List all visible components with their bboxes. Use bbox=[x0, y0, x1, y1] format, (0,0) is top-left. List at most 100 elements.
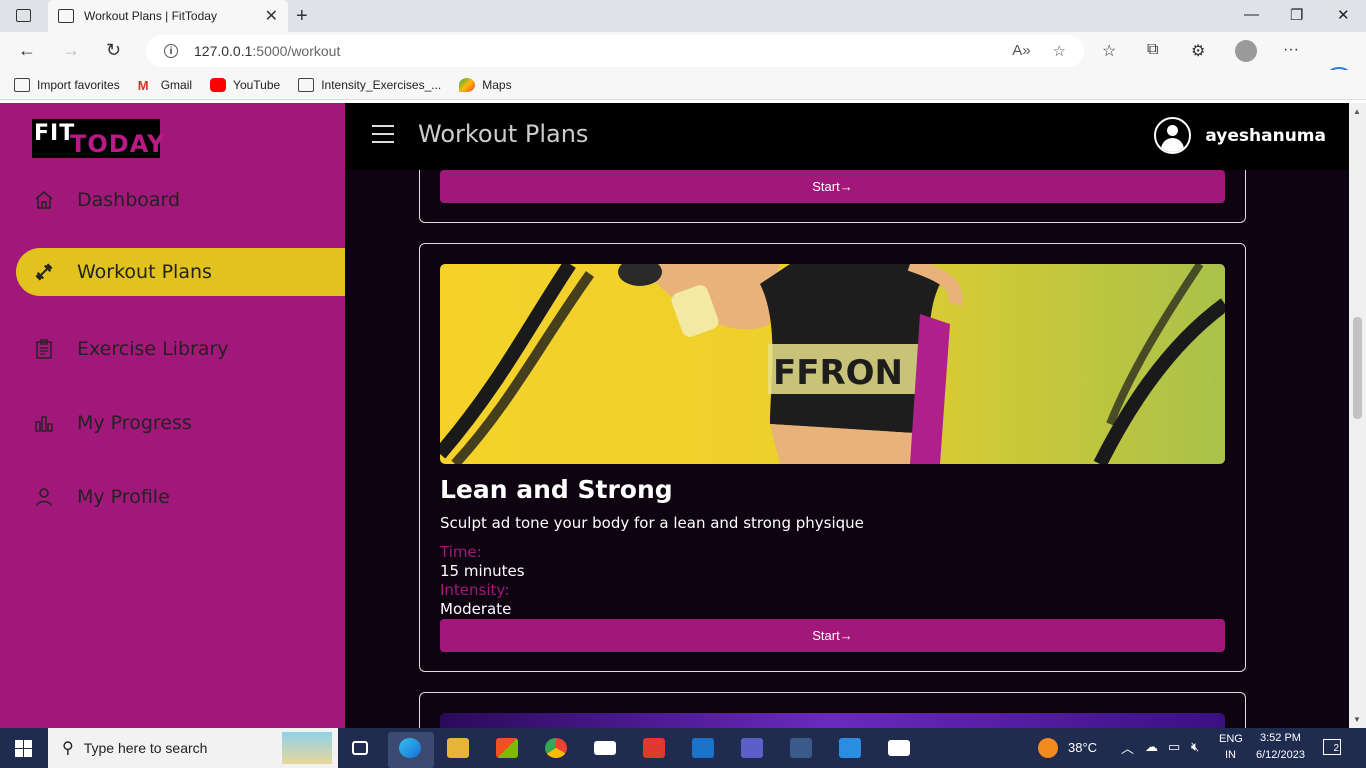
url-host: 127.0.0.1 bbox=[194, 43, 253, 59]
search-highlight-icon bbox=[282, 732, 332, 764]
edge-icon[interactable] bbox=[399, 738, 421, 758]
sidebar-item-dashboard[interactable]: Dashboard bbox=[16, 176, 345, 224]
file-explorer-icon[interactable] bbox=[447, 738, 469, 758]
profile-avatar[interactable] bbox=[1235, 40, 1257, 62]
address-input[interactable]: i 127.0.0.1:5000/workout A» ☆ bbox=[146, 35, 1084, 67]
intensity-value: Moderate bbox=[440, 600, 512, 618]
network-icon[interactable]: ▭ bbox=[1168, 739, 1180, 755]
workout-description: Sculpt ad tone your body for a lean and … bbox=[440, 514, 864, 532]
favorites-bar: Import favorites M Gmail YouTube Intensit… bbox=[0, 70, 1366, 100]
workout-image bbox=[440, 713, 1225, 728]
refresh-icon[interactable]: ↻ bbox=[106, 40, 121, 61]
time-value: 15 minutes bbox=[440, 562, 525, 580]
chrome-icon[interactable] bbox=[545, 738, 567, 758]
new-tab-icon[interactable]: + bbox=[296, 5, 308, 28]
teams-icon[interactable] bbox=[741, 738, 763, 758]
taskbar-search[interactable]: ⚲ Type here to search bbox=[48, 728, 338, 768]
time-label: Time: bbox=[440, 543, 482, 561]
youtube-icon bbox=[210, 77, 227, 92]
address-toolbar: ← → ↻ i 127.0.0.1:5000/workout A» ☆ ☆ ⧉ … bbox=[0, 32, 1366, 99]
browser-tab-bar: Workout Plans | FitToday ✕ + — ❐ ✕ bbox=[0, 0, 1366, 32]
url-path: :5000/workout bbox=[252, 43, 341, 59]
favorite-gmail[interactable]: M Gmail bbox=[137, 77, 192, 93]
region-code[interactable]: IN bbox=[1225, 749, 1236, 761]
site-info-icon[interactable]: i bbox=[164, 44, 178, 58]
sidebar-item-my-profile[interactable]: My Profile bbox=[16, 473, 345, 521]
notification-center-icon[interactable]: 2 bbox=[1323, 739, 1341, 755]
menu-icon[interactable] bbox=[372, 125, 394, 149]
clipboard-icon bbox=[33, 338, 55, 360]
sidebar-item-my-progress[interactable]: My Progress bbox=[16, 399, 345, 447]
maps-icon bbox=[459, 77, 476, 92]
temperature[interactable]: 38°C bbox=[1068, 740, 1097, 755]
more-menu-icon[interactable]: ··· bbox=[1283, 41, 1299, 59]
close-tab-icon[interactable]: ✕ bbox=[265, 6, 278, 26]
user-menu[interactable]: ayeshanuma bbox=[1154, 117, 1326, 154]
user-icon bbox=[33, 486, 55, 508]
tab-actions-icon[interactable] bbox=[16, 9, 31, 22]
collections-icon[interactable]: ⧉ bbox=[1147, 41, 1158, 59]
weather-icon[interactable] bbox=[1038, 738, 1058, 758]
import-icon bbox=[14, 77, 30, 92]
volume-muted-icon[interactable]: 🔇︎ bbox=[1191, 739, 1199, 755]
photos-icon[interactable] bbox=[888, 740, 910, 756]
workout-card: FFRON Lean and Strong Sculpt ad tone you… bbox=[419, 243, 1246, 672]
bar-chart-icon bbox=[33, 412, 55, 434]
scrollbar[interactable]: ▲ ▼ bbox=[1349, 103, 1366, 728]
workout-image: FFRON bbox=[440, 264, 1225, 464]
outlook-icon[interactable] bbox=[692, 738, 714, 758]
svg-text:FFRON: FFRON bbox=[773, 353, 903, 393]
minimize-icon[interactable]: — bbox=[1244, 6, 1259, 23]
scroll-down-icon[interactable]: ▼ bbox=[1353, 715, 1361, 724]
page-title: Workout Plans bbox=[418, 120, 589, 148]
forward-icon[interactable]: → bbox=[62, 40, 80, 61]
start-button[interactable]: Start→ bbox=[440, 619, 1225, 652]
extensions-icon[interactable]: ⚙ bbox=[1191, 41, 1205, 61]
start-button[interactable]: Start→ bbox=[440, 170, 1225, 203]
vscode-icon[interactable] bbox=[839, 738, 861, 758]
logo[interactable]: FIT TODAY bbox=[32, 119, 164, 158]
favorite-youtube[interactable]: YouTube bbox=[210, 77, 280, 92]
back-icon[interactable]: ← bbox=[18, 40, 36, 61]
scroll-up-icon[interactable]: ▲ bbox=[1353, 107, 1361, 116]
favorites-icon[interactable]: ☆ bbox=[1102, 41, 1116, 61]
app-viewport: FIT TODAY Dashboard Workout Plans Exerci… bbox=[0, 103, 1366, 728]
mail-icon[interactable] bbox=[594, 741, 616, 755]
clock-date[interactable]: 6/12/2023 bbox=[1256, 749, 1305, 761]
browser-tab[interactable]: Workout Plans | FitToday ✕ bbox=[48, 0, 288, 32]
start-menu-icon[interactable] bbox=[15, 740, 32, 757]
username: ayeshanuma bbox=[1205, 125, 1326, 146]
store-icon[interactable] bbox=[496, 738, 518, 758]
favorite-intensity[interactable]: Intensity_Exercises_... bbox=[298, 77, 441, 92]
task-view-icon[interactable] bbox=[352, 741, 368, 755]
search-icon: ⚲ bbox=[62, 740, 74, 757]
home-icon bbox=[33, 189, 55, 211]
onedrive-icon[interactable]: ☁ bbox=[1145, 739, 1158, 755]
intensity-label: Intensity: bbox=[440, 581, 510, 599]
mysql-workbench-icon[interactable] bbox=[790, 738, 812, 758]
close-window-icon[interactable]: ✕ bbox=[1337, 6, 1350, 24]
page-favicon-icon bbox=[58, 9, 74, 23]
gmail-icon: M bbox=[137, 77, 149, 93]
taskbar: ⚲ Type here to search 38°C ︿ ☁ ▭ 🔇︎ ENG … bbox=[0, 728, 1366, 768]
favorite-star-icon[interactable]: ☆ bbox=[1053, 42, 1066, 60]
sidebar-item-exercise-library[interactable]: Exercise Library bbox=[16, 325, 345, 373]
top-bar: Workout Plans ayeshanuma bbox=[345, 103, 1366, 170]
sidebar-item-workout-plans[interactable]: Workout Plans bbox=[16, 248, 345, 296]
dumbbell-icon bbox=[33, 261, 55, 283]
restore-icon[interactable]: ❐ bbox=[1290, 6, 1303, 24]
clock-time[interactable]: 3:52 PM bbox=[1260, 732, 1301, 744]
workout-card-next bbox=[419, 692, 1246, 728]
favorite-import[interactable]: Import favorites bbox=[14, 77, 120, 92]
tab-title: Workout Plans | FitToday bbox=[84, 9, 217, 23]
read-aloud-icon[interactable]: A» bbox=[1012, 42, 1030, 60]
wps-icon[interactable] bbox=[643, 738, 665, 758]
favorite-maps[interactable]: Maps bbox=[459, 77, 512, 92]
workout-title: Lean and Strong bbox=[440, 475, 673, 504]
page-icon bbox=[298, 77, 315, 92]
scrollbar-thumb[interactable] bbox=[1353, 317, 1362, 419]
sidebar: FIT TODAY Dashboard Workout Plans Exerci… bbox=[0, 103, 345, 728]
user-avatar-icon bbox=[1154, 117, 1192, 154]
language-code[interactable]: ENG bbox=[1219, 733, 1243, 745]
tray-chevron-icon[interactable]: ︿ bbox=[1121, 738, 1134, 757]
